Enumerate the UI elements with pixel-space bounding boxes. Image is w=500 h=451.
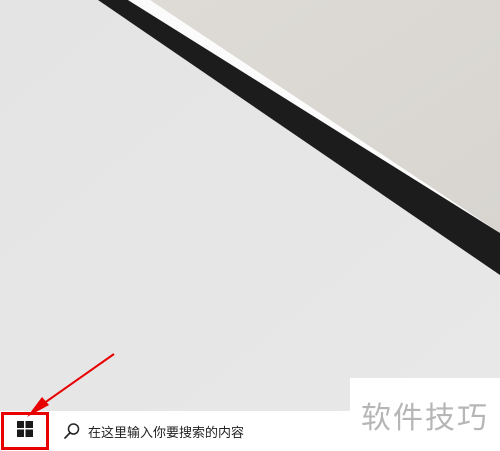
watermark: 软件技巧 bbox=[350, 378, 500, 451]
windows-logo-icon bbox=[17, 421, 33, 441]
search-placeholder: 在这里输入你要搜索的内容 bbox=[88, 425, 245, 441]
desktop-wallpaper bbox=[0, 0, 500, 411]
screen: 在这里输入你要搜索的内容 软件技巧 bbox=[0, 0, 500, 451]
search-icon bbox=[60, 419, 84, 443]
start-button[interactable] bbox=[1, 412, 49, 450]
watermark-text: 软件技巧 bbox=[361, 400, 489, 436]
desktop-background bbox=[0, 0, 500, 411]
